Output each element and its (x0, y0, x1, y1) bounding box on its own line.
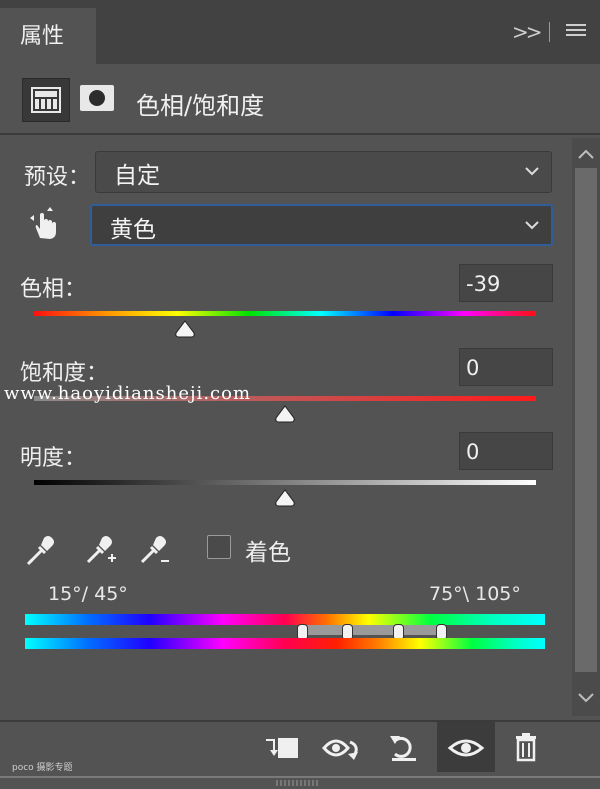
preset-value: 自定 (114, 163, 160, 189)
eyedropper-icon[interactable] (24, 532, 60, 568)
tab-title: 属性 (20, 24, 65, 49)
channel-dropdown[interactable]: 黄色 (90, 204, 553, 246)
chevron-up-icon[interactable] (574, 144, 598, 164)
hue-slider-track[interactable] (34, 311, 536, 316)
range-falloff-left-handle[interactable] (297, 624, 308, 639)
tabbar-divider (549, 22, 550, 42)
hue-saturation-icon[interactable] (22, 78, 70, 122)
lightness-value: 0 (466, 440, 480, 464)
watermark: www.haoyidiansheji.com (4, 383, 252, 404)
output-color-bar (25, 638, 545, 649)
hue-value: -39 (466, 272, 501, 296)
lightness-input[interactable]: 0 (459, 432, 553, 470)
adjustment-title: 色相/饱和度 (136, 92, 265, 120)
hue-label: 色相： (20, 277, 87, 302)
chevron-down-icon (523, 162, 541, 184)
lightness-slider-thumb[interactable] (274, 489, 296, 507)
lightness-slider-track[interactable] (34, 480, 536, 485)
clip-to-layer-icon[interactable] (262, 728, 302, 768)
eyedropper-subtract-icon[interactable] (136, 532, 172, 568)
range-left-readout: 15°/ 45° (48, 583, 128, 605)
double-chevron-right-icon[interactable]: >> (512, 20, 542, 44)
eye-icon[interactable] (446, 728, 486, 768)
hamburger-menu-icon[interactable] (566, 24, 586, 38)
color-range-selector[interactable] (304, 625, 440, 635)
chevron-down-icon (523, 216, 541, 238)
footer-credit: poco 摄影专题 (12, 763, 73, 773)
lightness-label: 明度： (20, 446, 87, 471)
mask-icon[interactable] (78, 82, 116, 114)
preset-dropdown[interactable]: 自定 (95, 151, 552, 193)
preset-label: 预设： (24, 165, 91, 190)
chevron-down-icon[interactable] (574, 688, 598, 708)
resize-grip[interactable] (276, 780, 320, 786)
colorize-label: 着色 (245, 540, 291, 566)
range-right-handle[interactable] (393, 624, 404, 639)
header-divider (0, 133, 600, 135)
hue-slider-thumb[interactable] (174, 320, 196, 338)
range-left-handle[interactable] (342, 624, 353, 639)
scrollbar-thumb[interactable] (575, 168, 597, 672)
colorize-checkbox[interactable] (207, 535, 231, 559)
range-right-readout: 75°\ 105° (429, 583, 521, 605)
hue-input[interactable]: -39 (459, 264, 553, 302)
view-previous-state-icon[interactable] (320, 728, 360, 768)
trash-icon[interactable] (506, 728, 546, 768)
saturation-slider-thumb[interactable] (274, 405, 296, 423)
bottom-edge (0, 776, 600, 778)
saturation-value: 0 (466, 356, 480, 380)
input-color-bar (25, 614, 545, 625)
channel-value: 黄色 (110, 217, 156, 243)
eyedropper-add-icon[interactable] (82, 532, 118, 568)
reset-icon[interactable] (384, 728, 424, 768)
range-falloff-right-handle[interactable] (436, 624, 447, 639)
hand-adjust-icon[interactable] (26, 206, 62, 242)
saturation-input[interactable]: 0 (459, 348, 553, 386)
